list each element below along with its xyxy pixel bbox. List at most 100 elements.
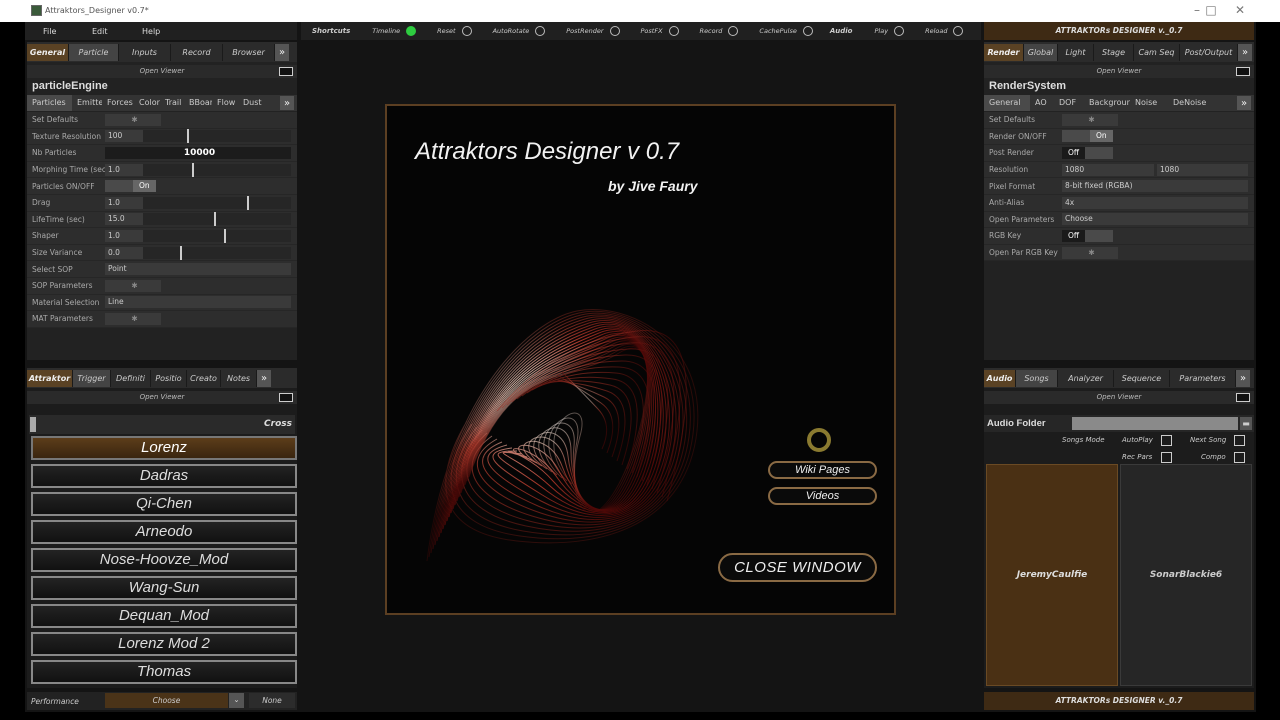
chevron-right-icon[interactable]: » [257, 369, 271, 387]
audio-shortcut-toggle[interactable] [894, 26, 905, 36]
chevron-right-icon[interactable]: » [275, 43, 289, 61]
slider-field[interactable]: 1.0 [105, 195, 291, 210]
tab-positio[interactable]: Positio [151, 369, 187, 387]
pulse-button[interactable]: ✱ [105, 279, 161, 292]
numeric-field[interactable]: 10000 [105, 146, 291, 159]
attraktor-button-lorenz-mod-2[interactable]: Lorenz Mod 2 [31, 632, 297, 656]
tab-light[interactable]: Light [1058, 43, 1094, 61]
viewer-icon[interactable] [279, 393, 293, 402]
shortcut-toggle[interactable] [406, 26, 417, 36]
subtab-forces[interactable]: Forces [102, 95, 134, 111]
performance-choose[interactable]: Choose [105, 693, 228, 708]
menu-file[interactable]: File [43, 27, 92, 36]
toggle-switch[interactable]: Off [1062, 146, 1114, 159]
chevron-right-icon[interactable]: » [1237, 96, 1251, 110]
maximize-button[interactable]: □ [1197, 3, 1225, 17]
tab-audio[interactable]: Audio [984, 369, 1016, 387]
subtab-backgroun[interactable]: Backgroun [1084, 95, 1130, 111]
subtab-particles[interactable]: Particles [27, 95, 72, 111]
next-song-checkbox[interactable] [1234, 435, 1245, 446]
subtab-dof[interactable]: DOF [1054, 95, 1084, 111]
viewer-icon[interactable] [1236, 393, 1250, 402]
tab-attraktor[interactable]: Attraktor [27, 369, 73, 387]
menu-field[interactable]: Point [105, 263, 291, 276]
toggle-switch[interactable]: On [1062, 130, 1113, 143]
slider-handle[interactable] [246, 195, 249, 210]
tab-sequence[interactable]: Sequence [1114, 369, 1170, 387]
tab-notes[interactable]: Notes [221, 369, 257, 387]
song-slot-2[interactable]: SonarBlackie6 [1120, 464, 1252, 686]
attraktor-button-lorenz[interactable]: Lorenz [31, 436, 297, 460]
song-slot-1[interactable]: JeremyCaulfie [986, 464, 1118, 686]
subtab-denoise[interactable]: DeNoise [1168, 95, 1214, 111]
chevron-right-icon[interactable]: » [280, 96, 294, 110]
wiki-pages-button[interactable]: Wiki Pages [768, 461, 877, 479]
subtab-color[interactable]: Color [134, 95, 160, 111]
attraktor-button-dequan-mod[interactable]: Dequan_Mod [31, 604, 297, 628]
compo-checkbox[interactable] [1234, 452, 1245, 463]
cross-slider[interactable]: Cross [29, 415, 295, 434]
menu-edit[interactable]: Edit [92, 27, 142, 36]
menu-field[interactable]: 4x [1062, 196, 1248, 209]
cross-slider-handle[interactable] [30, 417, 36, 432]
viewer-icon[interactable] [1236, 67, 1250, 76]
subtab-flow[interactable]: Flow [212, 95, 238, 111]
tab-global[interactable]: Global [1024, 43, 1058, 61]
tab-general[interactable]: General [27, 43, 69, 61]
slider-field[interactable]: 1.0 [105, 228, 291, 243]
tab-render[interactable]: Render [984, 43, 1024, 61]
videos-button[interactable]: Videos [768, 487, 877, 505]
audio-folder-path-field[interactable] [1072, 417, 1238, 430]
menu-field[interactable]: Line [105, 296, 291, 309]
tab-trigger[interactable]: Trigger [73, 369, 111, 387]
folder-icon[interactable]: ▬ [1240, 417, 1252, 430]
subtab-noise[interactable]: Noise [1130, 95, 1168, 111]
menu-field[interactable]: 8-bit fixed (RGBA) [1062, 180, 1248, 193]
subtab-trail[interactable]: Trail [160, 95, 184, 111]
shortcut-toggle[interactable] [668, 26, 679, 36]
slider-field[interactable]: 100 [105, 129, 291, 144]
resolution-width[interactable]: 1080 [1062, 163, 1154, 176]
tab-stage[interactable]: Stage [1094, 43, 1134, 61]
slider-field[interactable]: 1.0 [105, 162, 291, 177]
close-window-button-center[interactable]: CLOSE WINDOW [718, 553, 877, 582]
rec-pars-checkbox[interactable] [1161, 452, 1172, 463]
subtab-bboar[interactable]: BBoar [184, 95, 212, 111]
tab-analyzer[interactable]: Analyzer [1058, 369, 1114, 387]
slider-handle[interactable] [214, 212, 217, 227]
tab-definiti[interactable]: Definiti [111, 369, 151, 387]
subtab-dust[interactable]: Dust [238, 95, 263, 111]
tab-creato[interactable]: Creato [187, 369, 221, 387]
tab-record[interactable]: Record [171, 43, 223, 61]
audio-shortcut-toggle[interactable] [953, 26, 964, 36]
pulse-button[interactable]: ✱ [1062, 113, 1118, 126]
toggle-switch[interactable]: Off [1062, 229, 1114, 242]
attraktor-button-arneodo[interactable]: Arneodo [31, 520, 297, 544]
toggle-switch[interactable]: On [105, 180, 156, 193]
resolution-height[interactable]: 1080 [1157, 163, 1248, 176]
subtab-ao[interactable]: AO [1030, 95, 1054, 111]
chevron-right-icon[interactable]: » [1236, 369, 1250, 387]
slider-handle[interactable] [187, 129, 190, 144]
tab-browser[interactable]: Browser [223, 43, 275, 61]
subtab-general[interactable]: General [984, 95, 1030, 111]
tab-cam-seq[interactable]: Cam Seq [1134, 43, 1180, 61]
slider-field[interactable]: 0.0 [105, 245, 291, 260]
pulse-button[interactable]: ✱ [105, 113, 161, 126]
open-viewer-bar-2[interactable]: Open Viewer [27, 391, 297, 404]
slider-handle[interactable] [224, 228, 227, 243]
open-viewer-bar[interactable]: Open Viewer [27, 65, 297, 78]
tab-inputs[interactable]: Inputs [119, 43, 171, 61]
pulse-button[interactable]: ✱ [105, 312, 161, 325]
menu-help[interactable]: Help [142, 27, 160, 36]
tab-songs[interactable]: Songs [1016, 369, 1058, 387]
shortcut-toggle[interactable] [728, 26, 739, 36]
slider-handle[interactable] [191, 162, 194, 177]
shortcut-toggle[interactable] [609, 26, 620, 36]
menu-field[interactable]: Choose [1062, 213, 1248, 226]
open-viewer-bar-4[interactable]: Open Viewer [984, 391, 1254, 404]
shortcut-toggle[interactable] [461, 26, 472, 36]
shortcut-toggle[interactable] [802, 26, 813, 36]
slider-field[interactable]: 15.0 [105, 212, 291, 227]
attraktor-button-wang-sun[interactable]: Wang-Sun [31, 576, 297, 600]
